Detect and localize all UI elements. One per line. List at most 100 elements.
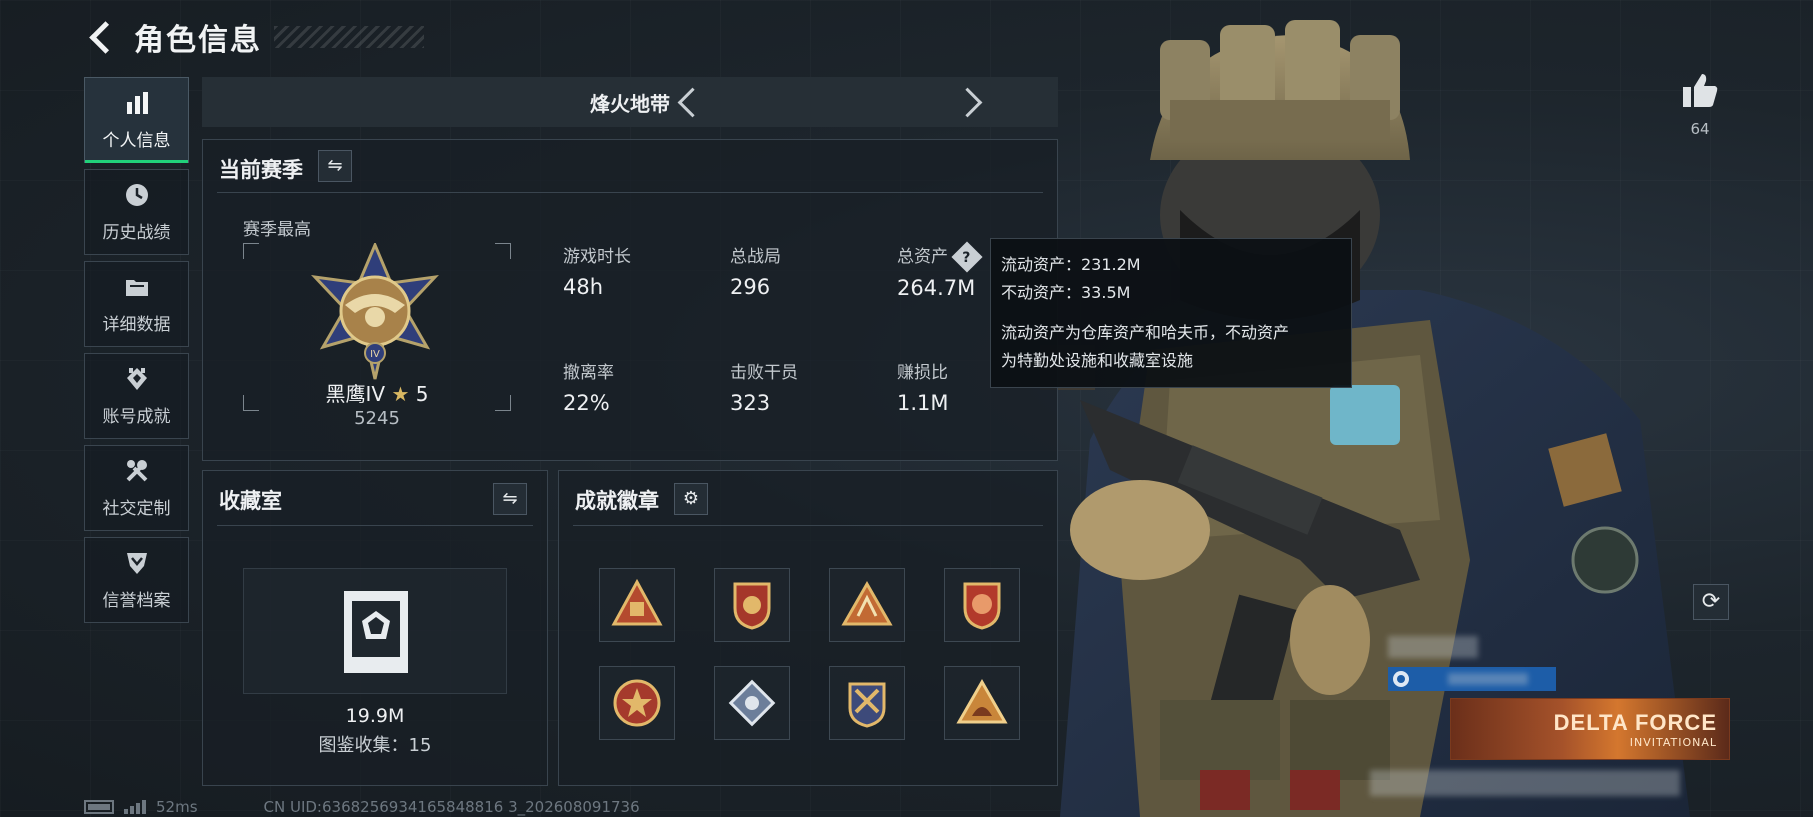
sidebar-item-achievements[interactable]: 账号成就 [84,353,189,439]
operator-character-image [1040,20,1690,817]
season-panel-title: 当前赛季 [219,158,303,182]
badge-icon [956,678,1008,724]
badge-slot[interactable] [714,568,790,642]
badge-icon [728,679,776,727]
mode-next-arrow-icon[interactable] [957,82,987,122]
badge-slot[interactable] [829,568,905,642]
badge-icon [733,582,771,630]
frame-corner [495,243,511,259]
stat-value: 22% [563,391,610,415]
badge-slot[interactable] [714,666,790,740]
like-count: 64 [1690,120,1710,138]
tools-icon [124,458,150,490]
tooltip-description: 流动资产为仓库资产和哈夫币，不动资产 为特勤处设施和收藏室设施 [1001,319,1341,375]
svg-text:IV: IV [370,349,380,360]
folder-icon [124,274,150,306]
page-title: 角色信息 [134,23,262,58]
uid-text: CN UID:6368256934165848816 3_20260809173… [263,798,640,816]
reputation-icon [124,550,150,582]
thumbs-up-icon[interactable] [1680,70,1720,110]
sidebar-item-label: 详细数据 [102,314,171,335]
rank-stars: 5 [415,382,429,406]
stat-label: 赚损比 [897,363,948,383]
collection-value: 19.9M [345,705,405,727]
settings-gear-icon[interactable]: ⚙ [674,483,708,515]
help-icon[interactable]: ? [951,241,983,273]
blurred-tag-text [1448,673,1528,685]
collection-showcase[interactable] [243,568,507,694]
sidebar-item-label: 个人信息 [102,130,171,151]
player-tag [1388,667,1556,691]
achievement-badges-panel: 成就徽章 ⚙ [558,470,1058,786]
swap-icon[interactable]: ⇋ [318,150,352,182]
badge-icon [613,679,661,727]
assets-tooltip: 流动资产：231.2M 不动资产：33.5M 流动资产为仓库资产和哈夫币，不动资… [990,238,1352,388]
badge-icon [848,682,886,728]
player-avatar-icon [1393,671,1409,687]
divider [217,525,533,526]
divider [217,192,1043,193]
bar-chart-icon [124,90,150,122]
badge-icon [963,582,1001,630]
sidebar-item-social-custom[interactable]: 社交定制 [84,445,189,531]
stat-label: 撤离率 [563,363,614,383]
stat-profit-loss: 赚损比 1.1M [897,358,949,415]
collection-panel: 收藏室 ⇋ 19.9M 图鉴收集：15 [202,470,548,786]
mode-prev-arrow-icon[interactable] [672,82,702,122]
tooltip-desc-line: 为特勤处设施和收藏室设施 [1001,351,1194,370]
badge-slot[interactable] [944,666,1020,740]
header: 角色信息 [84,14,424,60]
sidebar-item-history[interactable]: 历史战绩 [84,169,189,255]
stat-value: 296 [730,275,771,299]
stat-label-text: 总资产 [897,247,948,267]
help-glyph: ? [962,249,971,266]
tooltip-desc-line: 流动资产为仓库资产和哈夫币，不动资产 [1001,323,1290,342]
rank-score: 5245 [354,408,400,429]
stat-total-assets: 总资产? 264.7M [897,241,983,300]
stat-label: 总战局 [730,247,781,267]
refresh-icon[interactable]: ⟳ [1693,584,1729,620]
stat-label: 总资产? [897,241,983,273]
sidebar-item-label: 信誉档案 [102,590,171,611]
mode-label: 烽火地带 [590,91,670,116]
status-footer: 52ms CN UID:6368256934165848816 3_202608… [84,797,640,817]
season-panel: 当前赛季 ⇋ 赛季最高 IV 黑鹰IV ★ 5 5245 游戏时长 48h 总战… [202,139,1058,461]
sidebar-item-label: 账号成就 [102,406,171,427]
badge-slot[interactable] [944,568,1020,642]
badge-slot[interactable] [829,666,905,740]
collection-count: 图鉴收集：15 [318,735,432,756]
stat-total-matches: 总战局 296 [730,242,781,299]
back-arrow-icon[interactable] [84,19,120,55]
battery-icon [84,800,114,814]
sidebar-item-reputation[interactable]: 信誉档案 [84,537,189,623]
sidebar-item-label: 社交定制 [102,498,171,519]
tooltip-fixed-assets: 不动资产：33.5M [1001,283,1131,302]
sidebar-item-label: 历史战绩 [102,222,171,243]
divider [573,525,1043,526]
title-decoration [274,26,424,48]
stat-label: 游戏时长 [563,247,631,267]
ping-text: 52ms [156,798,198,816]
stat-value: 48h [563,275,604,299]
star-icon: ★ [391,382,410,406]
sidebar-item-detailed-data[interactable]: 详细数据 [84,261,189,347]
stat-value: 264.7M [897,276,976,300]
sidebar-item-personal-info[interactable]: 个人信息 [84,77,189,163]
banner-subtitle: INVITATIONAL [1629,735,1717,749]
sidebar: 个人信息 历史战绩 详细数据 账号成就 社交定制 信誉档案 [84,77,190,629]
badge-icon [611,578,663,626]
badge-slot[interactable] [599,666,675,740]
stat-label: 击败干员 [730,363,798,383]
display-case-icon [344,591,408,673]
stat-value: 1.1M [897,391,949,415]
stat-extraction-rate: 撤离率 22% [563,358,614,415]
swap-icon[interactable]: ⇋ [493,483,527,515]
badge-slot[interactable] [599,568,675,642]
stat-operators-defeated: 击败干员 323 [730,358,798,415]
signal-icon [124,800,146,814]
frame-corner [243,243,259,259]
season-best-label: 赛季最高 [243,220,311,240]
banner-title: DELTA FORCE [1553,709,1717,735]
blurred-player-name [1388,636,1478,658]
rank-name: 黑鹰IV ★ 5 [243,378,511,407]
